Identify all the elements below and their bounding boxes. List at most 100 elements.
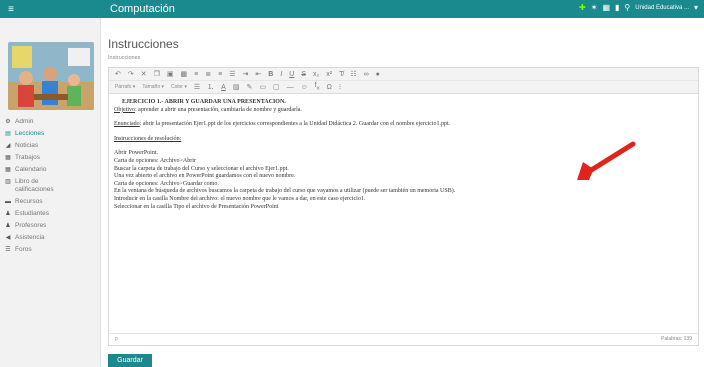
save-button[interactable]: Guardar — [108, 354, 152, 367]
editor-toolbar-top: ↶ ↷ ✕ ❐ ▣ ▩ ≡ ≣ ≡ ☰ ⇥ ⇤ B I U S x₂ x² T̸… — [109, 68, 698, 81]
objetivo-line: Objetivo: aprender a abrir una presentac… — [114, 107, 689, 115]
sidebar-item-foros[interactable]: ☰ Foros — [0, 244, 100, 256]
find-icon[interactable]: ▩ — [181, 70, 188, 78]
align-right-icon[interactable]: ≡ — [218, 71, 222, 78]
cut-icon[interactable]: ✕ — [141, 70, 147, 78]
undo-icon[interactable]: ↶ — [115, 70, 121, 78]
forum-icon: ☰ — [5, 247, 11, 253]
superscript-icon[interactable]: x² — [326, 71, 332, 78]
grid-icon[interactable]: ▦ — [602, 3, 610, 12]
image-icon[interactable]: ▭ — [259, 83, 266, 91]
sidebar-item-label: Noticias — [15, 142, 39, 149]
emoji-icon[interactable]: ☺ — [301, 84, 308, 91]
step-line: En la ventana de búsqueda de archivos bu… — [114, 188, 456, 195]
link-icon[interactable]: ∞ — [364, 71, 369, 78]
element-path: p — [115, 336, 118, 342]
rich-text-editor[interactable]: ↶ ↷ ✕ ❐ ▣ ▩ ≡ ≣ ≡ ☰ ⇥ ⇤ B I U S x₂ x² T̸… — [108, 67, 699, 346]
box-icon[interactable]: ▢ — [273, 83, 280, 91]
italic-icon[interactable]: I — [280, 71, 282, 78]
top-actions: ✚ ✶ ▦ ▮ ⚲ Unidad Educativa ... ▾ — [579, 3, 698, 12]
align-center-icon[interactable]: ≣ — [205, 70, 211, 78]
sidebar-item-label: Foros — [15, 246, 32, 253]
sidebar: ⚙ Admin ▤ Lecciones ◢ Noticias ▦ Trabajo… — [0, 18, 101, 367]
copy-icon[interactable]: ❐ — [154, 70, 160, 78]
objetivo-text: : aprender a abrir una presentación, cam… — [135, 106, 302, 113]
user-icon[interactable]: ▾ — [694, 3, 698, 12]
attendance-icon: ◀ — [5, 235, 11, 241]
sidebar-item-lecciones[interactable]: ▤ Lecciones — [0, 128, 100, 140]
sidebar-item-calendario[interactable]: ▦ Calendario — [0, 164, 100, 176]
list-icon[interactable]: ☷ — [350, 70, 356, 78]
numbered-list-icon[interactable]: ⒈ — [207, 82, 214, 92]
school-name[interactable]: Unidad Educativa ... — [635, 5, 689, 11]
enunciado-label: Enunciado — [114, 121, 140, 128]
indent-icon[interactable]: ⇥ — [243, 70, 249, 78]
align-left-icon[interactable]: ≡ — [194, 71, 198, 78]
bookmark-icon[interactable]: ▮ — [615, 3, 619, 12]
sidebar-item-recursos[interactable]: ▬ Recursos — [0, 196, 100, 208]
menu-icon[interactable]: ≡ — [0, 0, 22, 18]
align-justify-icon[interactable]: ☰ — [229, 70, 235, 78]
sidebar-item-label: Calendario — [15, 166, 47, 173]
sidebar-item-label: Recursos — [15, 198, 43, 205]
sidebar-item-profesores[interactable]: ♟ Profesores — [0, 220, 100, 232]
strikethrough-icon[interactable]: S — [301, 71, 306, 78]
calendar-icon: ▦ — [5, 167, 11, 173]
enunciado-line: Enunciado: abrir la presentación Ejer1.p… — [114, 121, 689, 129]
step-line: Seleccionar en la casilla Tipo el archiv… — [114, 203, 279, 210]
paste-icon[interactable]: ▣ — [167, 70, 174, 78]
omega-icon[interactable]: Ω — [327, 84, 332, 91]
text-color-icon[interactable]: A — [221, 84, 226, 91]
megaphone-icon: ◢ — [5, 143, 11, 149]
sidebar-item-label: Libro de calificaciones — [15, 178, 54, 193]
course-title: Computación — [110, 3, 175, 15]
bold-icon[interactable]: B — [268, 71, 273, 78]
clear-format-icon[interactable]: T̸ — [339, 71, 343, 78]
editor-toolbar-bottom: Párrafo ▾ Tamaño ▾ Color ▾ ☰ ⒈ A ▨ ✎ ▭ ▢… — [109, 81, 698, 94]
redo-icon[interactable]: ↷ — [128, 70, 134, 78]
gradebook-icon: ▥ — [5, 179, 11, 185]
student-icon: ♟ — [5, 211, 11, 217]
size-select[interactable]: Tamaño ▾ — [142, 84, 164, 90]
sidebar-item-admin[interactable]: ⚙ Admin — [0, 116, 100, 128]
gear-icon: ⚙ — [5, 119, 11, 125]
step-line: Introducir en la casilla Nombre del arch… — [114, 195, 366, 202]
enunciado-text: : abrir la presentación Ejer1.ppt de los… — [139, 121, 451, 128]
sidebar-item-noticias[interactable]: ◢ Noticias — [0, 140, 100, 152]
sidebar-item-asistencia[interactable]: ◀ Asistencia — [0, 232, 100, 244]
objetivo-label: Objetivo — [114, 106, 135, 113]
format-select[interactable]: Párrafo ▾ — [115, 84, 135, 90]
sidebar-item-calificaciones[interactable]: ▥ Libro de calificaciones — [0, 176, 100, 196]
course-image — [8, 42, 94, 110]
sidebar-item-label: Estudiantes — [15, 210, 49, 217]
draw-icon[interactable]: ✎ — [246, 83, 252, 91]
sidebar-item-label: Lecciones — [15, 130, 45, 137]
more-icon[interactable]: ⁝ — [339, 83, 341, 91]
underline-icon[interactable]: U — [289, 71, 294, 78]
page-title: Instrucciones — [108, 37, 179, 51]
exercise-heading: EJERCICIO 1.- ABRIR Y GUARDAR UNA PRESEN… — [122, 99, 286, 105]
subscript-icon[interactable]: x₂ — [313, 71, 319, 78]
word-count: Palabras: 139 — [661, 336, 692, 342]
search-icon[interactable]: ⚲ — [624, 3, 630, 12]
anchor-icon[interactable]: ● — [376, 71, 380, 78]
math-icon[interactable]: fx — [315, 82, 320, 91]
field-label: Instrucciones — [108, 55, 141, 61]
top-bar: ≡ Computación ✚ ✶ ▦ ▮ ⚲ Unidad Educativa… — [0, 0, 704, 18]
puzzle-icon[interactable]: ✚ — [579, 3, 586, 12]
color-select[interactable]: Color ▾ — [171, 84, 187, 90]
document-icon: ▦ — [5, 155, 11, 161]
sidebar-item-estudiantes[interactable]: ♟ Estudiantes — [0, 208, 100, 220]
sidebar-item-trabajos[interactable]: ▦ Trabajos — [0, 152, 100, 164]
editor-statusbar: p Palabras: 139 — [109, 333, 698, 345]
background-color-icon[interactable]: ▨ — [233, 83, 240, 91]
outdent-icon[interactable]: ⇤ — [255, 70, 261, 78]
sidebar-item-label: Profesores — [15, 222, 47, 229]
hr-icon[interactable]: — — [287, 84, 294, 91]
book-icon: ▤ — [5, 131, 11, 137]
bullet-list-icon[interactable]: ☰ — [194, 83, 200, 91]
teacher-icon: ♟ — [5, 223, 11, 229]
sidebar-nav: ⚙ Admin ▤ Lecciones ◢ Noticias ▦ Trabajo… — [0, 116, 100, 256]
bell-icon[interactable]: ✶ — [591, 3, 598, 12]
sidebar-item-label: Trabajos — [15, 154, 41, 161]
